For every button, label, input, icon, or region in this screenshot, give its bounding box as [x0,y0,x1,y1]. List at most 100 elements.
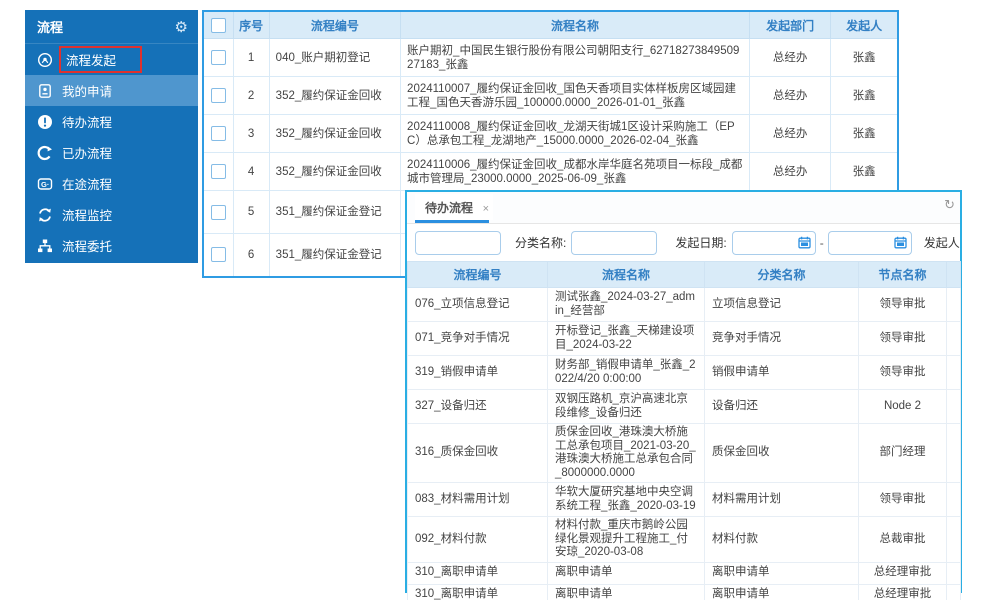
table-row[interactable]: 327_设备归还 双钢压路机_京沪高速北京段维修_设备归还 设备归还 Node 2 [407,389,961,424]
table-row[interactable]: 1 040_账户期初登记 账户期初_中国民生银行股份有限公司朝阳支行_6271827… [202,38,899,77]
sidebar-item-in-transit-processes[interactable]: G· 在途流程 [25,168,198,199]
sidebar-item-process-initiate[interactable]: 流程发起 [25,44,198,75]
cell-name: 财务部_销假申请单_张鑫_2022/4/20 0:00:00 [547,355,705,390]
cell-category: 材料付款 [704,516,859,563]
cell-name: 华软大厦研究基地中央空调系统工程_张鑫_2020-03-19 [547,482,705,517]
row-checkbox[interactable] [210,50,226,65]
cell-code: 352_履约保证金回收 [268,114,402,153]
close-icon[interactable]: × [483,195,489,223]
gear-icon[interactable]: ⚙ [175,18,188,36]
table-row[interactable]: 071_竞争对手情况 开标登记_张鑫_天梯建设项目_2024-03-22 竞争对手情… [407,321,961,356]
filter-bar: 分类名称: 发起日期: - 发起人: [407,224,960,261]
cell-blank [946,423,961,483]
date-from-input[interactable] [731,230,816,255]
row-checkbox-cell [202,152,234,191]
column-header-no: 序号 [232,10,270,39]
cell-code: 352_履约保证金回收 [268,76,402,115]
cell-node: 总裁审批 [858,516,947,563]
table-row[interactable]: 076_立项信息登记 测试张鑫_2024-03-27_admin_经营部 立项信息登… [407,287,961,322]
cell-category: 材料需用计划 [704,482,859,517]
cell-category: 竞争对手情况 [704,321,859,356]
cell-no: 2 [232,76,270,115]
start-date-label: 发起日期: [675,236,727,250]
cell-no: 4 [232,152,270,191]
cell-node: Node 2 [858,389,947,424]
column-header-blank [946,261,961,288]
panel-tab-bar: 待办流程 × ↻ [407,192,960,224]
sidebar-item-my-applications[interactable]: 我的申请 [25,75,198,106]
redo-icon [37,145,53,161]
id-card-icon [37,83,53,99]
tab-pending-processes[interactable]: 待办流程 × [415,194,494,223]
cell-dept: 总经办 [749,114,832,153]
sidebar-item-label: 流程监控 [62,209,113,223]
cell-no: 5 [232,190,270,234]
cell-name: 离职申请单 [547,583,705,600]
cell-user: 张鑫 [830,152,899,191]
process-name-input[interactable] [415,230,501,255]
select-all-header [202,10,234,39]
row-checkbox[interactable] [210,247,226,263]
cell-blank [946,355,961,390]
table-row[interactable]: 2 352_履约保证金回收 2024110007_履约保证金回收_国色天香项目实体样… [202,76,899,115]
alert-icon [37,114,53,130]
sidebar-item-label: 在途流程 [62,178,113,192]
cell-dept: 总经办 [749,76,832,115]
go-icon: G· [37,176,53,192]
cell-user: 张鑫 [830,76,899,115]
column-header-code: 流程编号 [407,261,548,288]
cell-code: 092_材料付款 [407,516,548,563]
cell-node: 部门经理 [858,423,947,483]
broadcast-icon [37,52,53,68]
row-checkbox-cell [202,38,234,77]
cell-name: 质保金回收_港珠澳大桥施工总承包项目_2021-03-20_港珠澳大桥施工总承包… [547,423,705,483]
table-row[interactable]: 083_材料需用计划 华软大厦研究基地中央空调系统工程_张鑫_2020-03-19… [407,482,961,517]
sidebar-item-done-processes[interactable]: 已办流程 [25,137,198,168]
cell-no: 3 [232,114,270,153]
calendar-icon[interactable] [798,236,811,249]
cell-node: 领导审批 [858,287,947,322]
table-row[interactable]: 4 352_履约保证金回收 2024110006_履约保证金回收_成都水岸华庭名苑项… [202,152,899,191]
table-row[interactable]: 310_离职申请单 离职申请单 离职申请单 总经理审批 [407,583,961,600]
sidebar-item-process-monitor[interactable]: 流程监控 [25,199,198,230]
sidebar-item-process-delegate[interactable]: 流程委托 [25,230,198,261]
table-header-row: 序号 流程编号 流程名称 发起部门 发起人 [202,10,899,39]
cell-node: 总经理审批 [858,583,947,600]
sidebar-item-label: 待办流程 [62,116,113,130]
sidebar-item-pending-processes[interactable]: 待办流程 [25,106,198,137]
calendar-icon[interactable] [894,236,907,249]
table-row[interactable]: 319_销假申请单 财务部_销假申请单_张鑫_2022/4/20 0:00:00 销… [407,355,961,390]
row-checkbox-cell [202,233,234,277]
table-row[interactable]: 316_质保金回收 质保金回收_港珠澳大桥施工总承包项目_2021-03-20_港… [407,423,961,483]
cell-node: 领导审批 [858,321,947,356]
cell-no: 1 [232,38,270,77]
tab-label: 待办流程 [425,201,474,215]
table-row[interactable]: 092_材料付款 材料付款_重庆市鹅岭公园绿化景观提升工程施工_付安琼_2020-… [407,516,961,563]
category-input[interactable] [571,230,658,255]
row-checkbox-cell [202,114,234,153]
select-all-checkbox[interactable] [210,17,226,33]
cell-dept: 总经办 [749,38,832,77]
sidebar-header: 流程 ⚙ [25,10,198,44]
row-checkbox[interactable] [210,204,226,220]
sidebar-item-label: 流程发起 [59,46,143,73]
date-to-input[interactable] [827,230,912,255]
cell-code: 040_账户期初登记 [268,38,402,77]
cell-blank [946,561,961,585]
table-row[interactable]: 3 352_履约保证金回收 2024110008_履约保证金回收_龙湖天街城1区设计… [202,114,899,153]
sidebar-item-label: 已办流程 [62,147,113,161]
cell-blank [946,583,961,600]
app-window: 流程 ⚙ 流程发起 我的申请 待办流程 已办流程 G· 在途流程 流程监控 流程… [0,0,1000,600]
cell-code: 071_竞争对手情况 [407,321,548,356]
column-header-name: 流程名称 [400,10,751,39]
sidebar-item-label: 流程委托 [62,240,113,254]
row-checkbox[interactable] [210,164,226,179]
row-checkbox[interactable] [210,126,226,141]
table-row[interactable]: 310_离职申请单 离职申请单 离职申请单 总经理审批 [407,561,961,585]
category-label: 分类名称: [515,236,567,250]
column-header-name: 流程名称 [547,261,705,288]
cell-name: 账户期初_中国民生银行股份有限公司朝阳支行_627182738495092718… [400,38,751,77]
initiator-label: 发起人: [923,236,960,250]
refresh-icon[interactable]: ↻ [944,197,955,213]
row-checkbox[interactable] [210,88,226,103]
